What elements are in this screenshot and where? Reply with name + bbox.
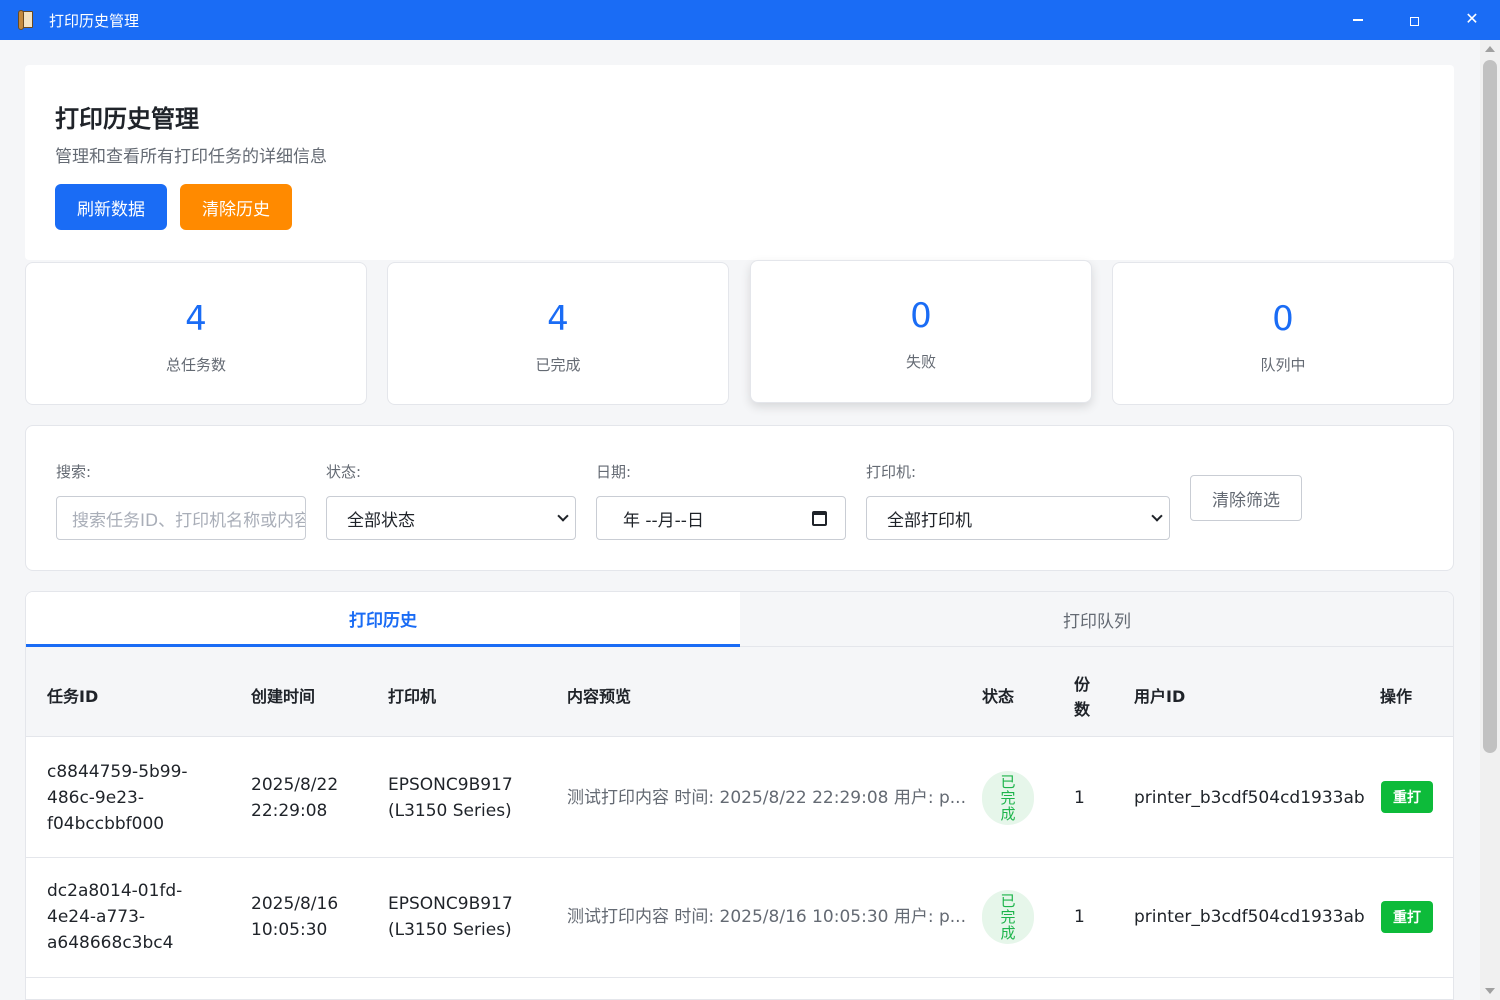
stat-label: 失败 bbox=[905, 353, 936, 371]
status-char: 成 bbox=[1000, 805, 1016, 823]
scroll-down-arrow-icon[interactable] bbox=[1485, 988, 1495, 994]
window-title: 打印历史管理 bbox=[49, 11, 140, 30]
task-id-line: f04bccbbf000 bbox=[47, 814, 165, 834]
window-titlebar: 打印历史管理 ✕ bbox=[0, 0, 1500, 40]
scrollbar-thumb[interactable] bbox=[1483, 60, 1497, 753]
copies-cell: 1 bbox=[1074, 788, 1085, 808]
stat-card-completed: 4 已完成 bbox=[387, 262, 729, 405]
status-select[interactable]: 全部状态 bbox=[326, 496, 576, 540]
page-subtitle: 管理和查看所有打印任务的详细信息 bbox=[55, 147, 327, 167]
column-header-printer: 打印机 bbox=[388, 687, 437, 706]
created-time: 10:05:30 bbox=[251, 920, 328, 940]
column-header-action: 操作 bbox=[1380, 687, 1413, 706]
scroll-up-arrow-icon[interactable] bbox=[1485, 46, 1495, 52]
column-header-id: 任务ID bbox=[47, 687, 99, 706]
status-char: 已 bbox=[1000, 892, 1016, 910]
clear-filters-button[interactable]: 清除筛选 bbox=[1190, 475, 1302, 521]
stat-label: 已完成 bbox=[535, 356, 581, 374]
printer-model: (L3150 Series) bbox=[388, 801, 512, 821]
task-id-line: a648668c3bc4 bbox=[47, 933, 174, 953]
page-title: 打印历史管理 bbox=[55, 105, 199, 133]
status-badge: 已 完 成 bbox=[982, 890, 1034, 944]
close-icon: ✕ bbox=[1465, 8, 1479, 28]
content-preview-cell: 测试打印内容 时间: 2025/8/16 10:05:30 用户: p... bbox=[567, 907, 966, 927]
user-id-cell: printer_b3cdf504cd1933ab bbox=[1134, 907, 1365, 927]
printer-select-value: 全部打印机 bbox=[887, 510, 972, 531]
printer-cell: EPSONC9B917 (L3150 Series) bbox=[388, 772, 513, 824]
printer-model: (L3150 Series) bbox=[388, 920, 512, 940]
task-id-line: 4e24-a773- bbox=[47, 907, 146, 927]
column-header-preview: 内容预览 bbox=[567, 687, 632, 706]
stat-value: 4 bbox=[547, 299, 569, 339]
task-id-line: dc2a8014-01fd- bbox=[47, 881, 183, 901]
printer-name: EPSONC9B917 bbox=[388, 894, 513, 914]
scroll-icon bbox=[18, 10, 36, 30]
date-input-value: 年 --月--日 bbox=[623, 510, 704, 531]
stat-value: 0 bbox=[1272, 299, 1294, 339]
vertical-scrollbar[interactable] bbox=[1480, 40, 1500, 1000]
filter-card: 搜索: 搜索任务ID、打印机名称或内容 状态: 全部状态 日期: 年 --月--… bbox=[25, 425, 1454, 571]
task-id-cell: dc2a8014-01fd- 4e24-a773- a648668c3bc4 bbox=[47, 878, 182, 956]
chevron-down-icon bbox=[557, 510, 569, 522]
printer-filter-label: 打印机: bbox=[866, 463, 917, 481]
printer-name: EPSONC9B917 bbox=[388, 775, 513, 795]
created-date: 2025/8/16 bbox=[251, 894, 339, 914]
calendar-icon[interactable] bbox=[812, 511, 827, 526]
refresh-button[interactable]: 刷新数据 bbox=[55, 184, 167, 230]
task-id-line: 486c-9e23- bbox=[47, 788, 144, 808]
reprint-button[interactable]: 重打 bbox=[1381, 781, 1433, 813]
printer-select[interactable]: 全部打印机 bbox=[866, 496, 1170, 540]
created-time-cell: 2025/8/22 22:29:08 bbox=[251, 772, 338, 824]
search-label: 搜索: bbox=[56, 463, 92, 481]
close-button[interactable]: ✕ bbox=[1444, 0, 1500, 40]
header-card: 打印历史管理 管理和查看所有打印任务的详细信息 刷新数据 清除历史 bbox=[25, 65, 1454, 260]
column-header-copies-line1: 份 bbox=[1074, 675, 1091, 694]
column-header-copies-line2: 数 bbox=[1074, 700, 1091, 719]
reprint-button[interactable]: 重打 bbox=[1381, 901, 1433, 933]
stat-value: 0 bbox=[910, 296, 932, 336]
task-id-line: c8844759-5b99- bbox=[47, 762, 188, 782]
table-header: 任务ID 创建时间 打印机 内容预览 状态 份 数 用户ID 操作 bbox=[26, 647, 1453, 737]
maximize-button[interactable] bbox=[1386, 0, 1442, 40]
date-filter-label: 日期: bbox=[596, 463, 632, 481]
task-id-cell: c8844759-5b99- 486c-9e23- f04bccbbf000 bbox=[47, 759, 188, 837]
status-char: 完 bbox=[1000, 789, 1016, 807]
stat-card-failed: 0 失败 bbox=[750, 260, 1092, 403]
search-input[interactable]: 搜索任务ID、打印机名称或内容 bbox=[56, 496, 306, 540]
date-input[interactable]: 年 --月--日 bbox=[596, 496, 846, 540]
created-date: 2025/8/22 bbox=[251, 775, 339, 795]
stat-value: 4 bbox=[185, 299, 207, 339]
tab-print-history[interactable]: 打印历史 bbox=[26, 592, 740, 647]
minimize-icon bbox=[1353, 18, 1363, 21]
table-row: dc2a8014-01fd- 4e24-a773- a648668c3bc4 2… bbox=[26, 858, 1453, 978]
status-badge: 已 完 成 bbox=[982, 771, 1034, 825]
history-table-card: 打印历史 打印队列 任务ID 创建时间 打印机 内容预览 状态 份 数 用户ID… bbox=[25, 591, 1454, 1000]
chevron-down-icon bbox=[1151, 510, 1163, 522]
printer-cell: EPSONC9B917 (L3150 Series) bbox=[388, 891, 513, 943]
status-filter-label: 状态: bbox=[326, 463, 362, 481]
column-header-created: 创建时间 bbox=[251, 687, 316, 706]
created-time-cell: 2025/8/16 10:05:30 bbox=[251, 891, 338, 943]
stat-card-total: 4 总任务数 bbox=[25, 262, 367, 405]
minimize-button[interactable] bbox=[1330, 0, 1386, 40]
stat-card-queued: 0 队列中 bbox=[1112, 262, 1454, 405]
column-header-user: 用户ID bbox=[1134, 687, 1186, 706]
status-char: 成 bbox=[1000, 924, 1016, 942]
content-preview-cell: 测试打印内容 时间: 2025/8/22 22:29:08 用户: p... bbox=[567, 788, 966, 808]
created-time: 22:29:08 bbox=[251, 801, 328, 821]
maximize-icon bbox=[1409, 17, 1419, 26]
status-char: 已 bbox=[1000, 773, 1016, 791]
copies-cell: 1 bbox=[1074, 907, 1085, 927]
table-row: c8844759-5b99- 486c-9e23- f04bccbbf000 2… bbox=[26, 738, 1453, 858]
status-select-value: 全部状态 bbox=[347, 510, 415, 531]
stat-label: 队列中 bbox=[1260, 356, 1306, 374]
column-header-status: 状态 bbox=[982, 687, 1015, 706]
stat-label: 总任务数 bbox=[165, 356, 226, 374]
tab-print-queue[interactable]: 打印队列 bbox=[740, 592, 1453, 647]
status-char: 完 bbox=[1000, 908, 1016, 926]
user-id-cell: printer_b3cdf504cd1933ab bbox=[1134, 788, 1365, 808]
clear-history-button[interactable]: 清除历史 bbox=[180, 184, 292, 230]
